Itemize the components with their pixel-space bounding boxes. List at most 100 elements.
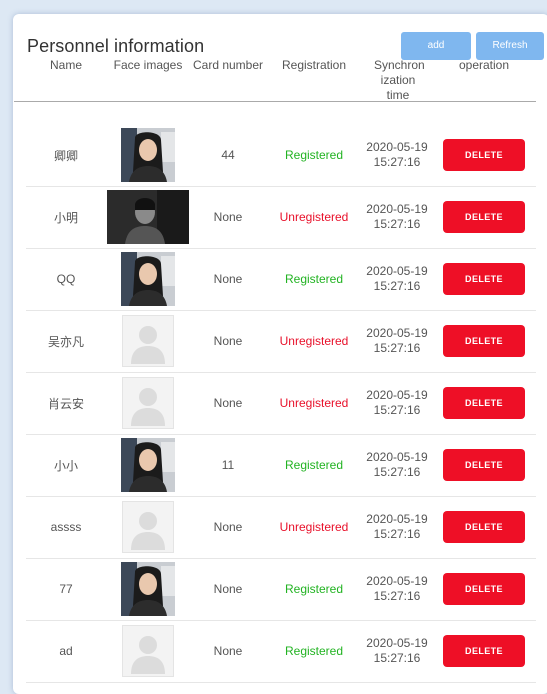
card-number: None	[213, 334, 243, 348]
table-row: 77 None Registered 2020-05-19 15:27:16 D…	[26, 558, 536, 621]
face-image	[107, 190, 189, 244]
sync-clock: 15:27:16	[373, 527, 421, 541]
card-number: None	[213, 210, 243, 224]
card-number: 11	[221, 458, 235, 472]
avatar-placeholder-icon	[122, 501, 174, 553]
sync-clock: 15:27:16	[373, 403, 421, 417]
sync-time: 2020-05-19 15:27:16	[362, 558, 432, 620]
person-name: assss	[50, 520, 82, 534]
sync-time: 2020-05-19 15:27:16	[362, 310, 432, 372]
sync-date: 2020-05-19	[366, 574, 428, 588]
registration-status: Registered	[284, 582, 344, 596]
person-name: 卿卿	[53, 148, 78, 163]
card-number: 44	[221, 148, 235, 162]
table-row: 小明 None Unregistered 2020-05-19 15:27:16…	[26, 186, 536, 249]
delete-button[interactable]: DELETE	[443, 573, 525, 605]
card-number: None	[213, 520, 243, 534]
face-cell	[106, 186, 190, 248]
sync-time: 2020-05-19 15:27:16	[362, 248, 432, 310]
table-row: 吴亦凡 None Unregistered 2020-05-19 15:27:1…	[26, 310, 536, 373]
delete-button[interactable]: DELETE	[443, 449, 525, 481]
person-name: 吴亦凡	[47, 334, 84, 349]
face-image	[121, 128, 175, 182]
header-divider	[14, 101, 536, 102]
header-sync-time: Synchron ization time	[374, 58, 425, 102]
sync-date: 2020-05-19	[366, 202, 428, 216]
table-header: Name Face images Card number Registratio…	[26, 58, 536, 102]
card-number: None	[213, 644, 243, 658]
registration-status: Registered	[284, 458, 344, 472]
header-card-number: Card number	[192, 58, 264, 72]
delete-button[interactable]: DELETE	[443, 387, 525, 419]
table-row: 肖云安 None Unregistered 2020-05-19 15:27:1…	[26, 372, 536, 435]
person-name: QQ	[56, 272, 76, 286]
registration-status: Registered	[284, 148, 344, 162]
face-image	[121, 252, 175, 306]
face-cell	[106, 434, 190, 496]
sync-date: 2020-05-19	[366, 264, 428, 278]
card-number: None	[213, 396, 243, 410]
sync-clock: 15:27:16	[373, 465, 421, 479]
face-cell	[106, 496, 190, 558]
delete-button[interactable]: DELETE	[443, 263, 525, 295]
operation-cell: DELETE	[432, 496, 536, 558]
table-row: 小小 11 Registered 2020-05-19 15:27:16 DEL…	[26, 434, 536, 497]
delete-button[interactable]: DELETE	[443, 139, 525, 171]
header-operation: operation	[458, 58, 510, 72]
person-name: ad	[59, 644, 73, 658]
table-row: assss None Unregistered 2020-05-19 15:27…	[26, 496, 536, 559]
registration-status: Unregistered	[279, 210, 349, 224]
sync-date: 2020-05-19	[366, 140, 428, 154]
header-registration: Registration	[281, 58, 347, 72]
person-name: 小明	[53, 210, 78, 225]
card-number: None	[213, 272, 243, 286]
face-cell	[106, 124, 190, 186]
sync-date: 2020-05-19	[366, 388, 428, 402]
registration-status: Registered	[284, 272, 344, 286]
delete-button[interactable]: DELETE	[443, 511, 525, 543]
delete-button[interactable]: DELETE	[443, 325, 525, 357]
sync-date: 2020-05-19	[366, 450, 428, 464]
sync-date: 2020-05-19	[366, 636, 428, 650]
face-cell	[106, 248, 190, 310]
sync-clock: 15:27:16	[373, 589, 421, 603]
refresh-button[interactable]: Refresh	[476, 32, 544, 60]
sync-clock: 15:27:16	[373, 279, 421, 293]
avatar-placeholder-icon	[122, 315, 174, 367]
person-name: 77	[59, 582, 73, 596]
table-row: 卿卿 44 Registered 2020-05-19 15:27:16 DEL…	[26, 124, 536, 187]
sync-time: 2020-05-19 15:27:16	[362, 124, 432, 186]
operation-cell: DELETE	[432, 310, 536, 372]
operation-cell: DELETE	[432, 248, 536, 310]
header-name: Name	[49, 58, 82, 72]
card-number: None	[213, 582, 243, 596]
page-title: Personnel information	[27, 36, 205, 56]
operation-cell: DELETE	[432, 372, 536, 434]
avatar-placeholder-icon	[122, 625, 174, 677]
sync-time: 2020-05-19 15:27:16	[362, 372, 432, 434]
table-row: QQ None Registered 2020-05-19 15:27:16 D…	[26, 248, 536, 311]
sync-clock: 15:27:16	[373, 651, 421, 665]
face-cell	[106, 558, 190, 620]
person-name: 肖云安	[47, 396, 84, 411]
registration-status: Registered	[284, 644, 344, 658]
face-cell	[106, 310, 190, 372]
face-image	[121, 562, 175, 616]
delete-button[interactable]: DELETE	[443, 635, 525, 667]
sync-clock: 15:27:16	[373, 155, 421, 169]
sync-date: 2020-05-19	[366, 326, 428, 340]
sync-date: 2020-05-19	[366, 512, 428, 526]
operation-cell: DELETE	[432, 186, 536, 248]
face-cell	[106, 620, 190, 682]
face-image	[121, 438, 175, 492]
operation-cell: DELETE	[432, 434, 536, 496]
registration-status: Unregistered	[279, 396, 349, 410]
operation-cell: DELETE	[432, 620, 536, 682]
registration-status: Unregistered	[279, 334, 349, 348]
table-row: ad None Registered 2020-05-19 15:27:16 D…	[26, 620, 536, 683]
sync-time: 2020-05-19 15:27:16	[362, 186, 432, 248]
header-face-images: Face images	[113, 58, 183, 72]
add-button[interactable]: add	[401, 32, 471, 60]
sync-clock: 15:27:16	[373, 217, 421, 231]
delete-button[interactable]: DELETE	[443, 201, 525, 233]
